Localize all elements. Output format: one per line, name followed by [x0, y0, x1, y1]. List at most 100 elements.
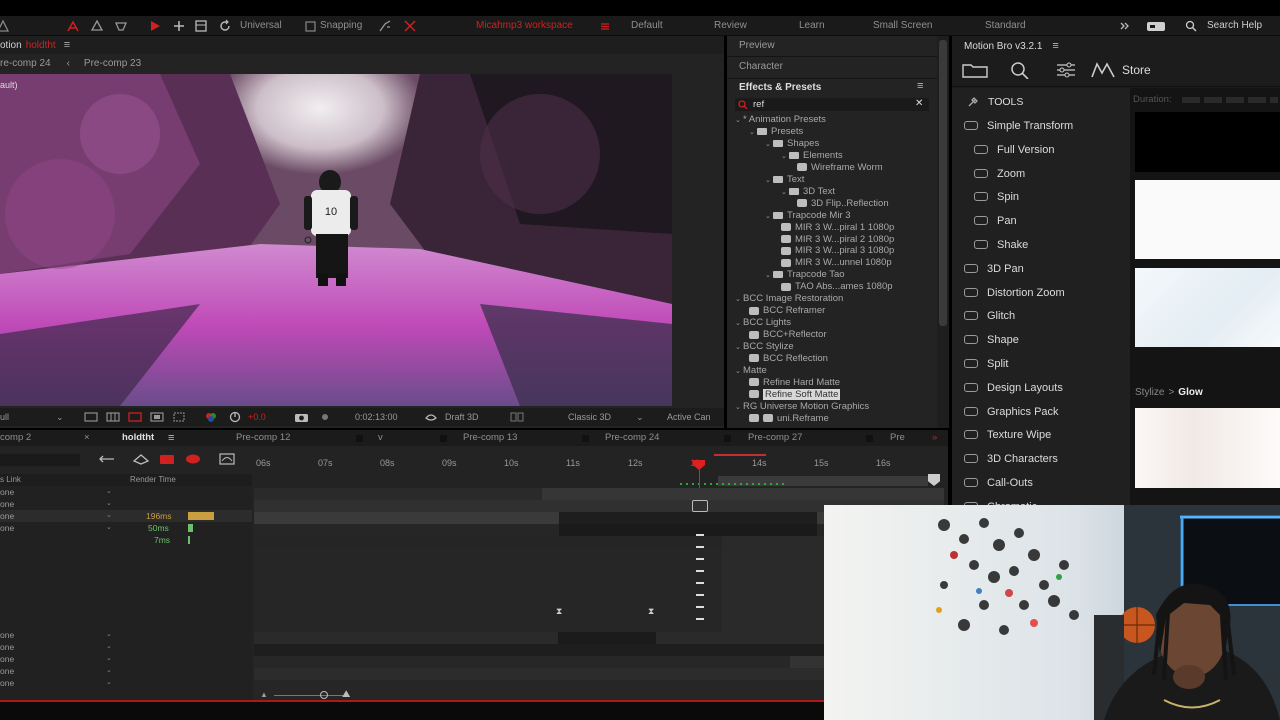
disclosure-triangle-icon[interactable]: ⌄: [765, 270, 773, 282]
snap-options-icon[interactable]: [403, 19, 417, 33]
composition-viewer[interactable]: 10 ault): [0, 74, 672, 406]
keyframe-icon[interactable]: ⧗: [556, 606, 562, 617]
category-item[interactable]: Zoom: [974, 165, 1025, 183]
search-icon[interactable]: [1184, 19, 1198, 33]
current-time[interactable]: 0:02:13:00: [355, 408, 398, 426]
effects-tree-item[interactable]: ⌄ Text: [765, 174, 804, 186]
panel-menu-icon[interactable]: ≡: [64, 39, 70, 51]
chevron-down-icon[interactable]: ⌄: [106, 641, 112, 653]
effects-tree-item[interactable]: MIR 3 W...piral 1 1080p: [781, 222, 894, 234]
effects-tree-item[interactable]: Refine Hard Matte: [749, 377, 840, 389]
tab-comp-2[interactable]: comp 2: [0, 430, 31, 446]
work-area-marker-icon[interactable]: [692, 500, 708, 512]
workspace-tab-standard[interactable]: Standard: [985, 16, 1026, 36]
store-logo-icon[interactable]: [1090, 61, 1116, 79]
effects-tree-item[interactable]: ⌄ Matte: [735, 365, 767, 377]
more-tabs-icon[interactable]: »: [932, 430, 937, 446]
transparency-icon[interactable]: [150, 408, 164, 426]
workspace-tab-small-screen[interactable]: Small Screen: [873, 16, 932, 36]
layer-search-input[interactable]: [0, 454, 80, 466]
renderer-chevron-icon[interactable]: ⌄: [636, 408, 644, 426]
scrollbar-thumb[interactable]: [939, 40, 947, 326]
snapping-label[interactable]: Snapping: [320, 16, 362, 36]
workspace-menu-icon[interactable]: [598, 19, 612, 33]
panel-menu-icon[interactable]: ≡: [168, 430, 174, 446]
time-ruler[interactable]: 06s 07s 08s 09s 10s 11s 12s 13s 14s 15s …: [254, 454, 944, 486]
disclosure-triangle-icon[interactable]: ⌄: [749, 127, 757, 139]
magnification-select[interactable]: ull: [0, 408, 9, 426]
motion-blur-icon[interactable]: [184, 452, 202, 466]
chevron-down-icon[interactable]: ⌄: [106, 629, 112, 641]
chevron-down-icon[interactable]: ⌄: [106, 510, 112, 522]
effects-tree-item[interactable]: ⌄ Shapes: [765, 138, 819, 150]
category-item[interactable]: Distortion Zoom: [964, 284, 1065, 302]
effects-tree-item[interactable]: MIR 3 W...piral 2 1080p: [781, 234, 894, 246]
disclosure-triangle-icon[interactable]: ⌄: [735, 402, 743, 414]
effects-tree-item[interactable]: BCC+Reflector: [749, 329, 827, 341]
disclosure-triangle-icon[interactable]: ⌄: [735, 342, 743, 354]
resolution-icon[interactable]: [84, 408, 98, 426]
category-item[interactable]: Full Version: [974, 141, 1054, 159]
tab-v[interactable]: v: [378, 430, 383, 446]
breadcrumb-item-precomp-24[interactable]: re-comp 24: [0, 58, 51, 69]
tools-section[interactable]: TOOLS: [966, 94, 1023, 110]
layer-row[interactable]: one ⌄: [0, 677, 112, 689]
settings-sliders-icon[interactable]: [1056, 62, 1076, 78]
parent-select[interactable]: one: [0, 499, 14, 509]
renderer-select[interactable]: Classic 3D: [568, 408, 611, 426]
effects-scrollbar[interactable]: [937, 36, 949, 428]
category-item[interactable]: 3D Characters: [964, 450, 1058, 468]
clear-search-icon[interactable]: ✕: [915, 98, 923, 109]
parent-select[interactable]: one: [0, 654, 14, 664]
chevron-down-icon[interactable]: ⌄: [106, 522, 112, 534]
slider-track[interactable]: [274, 695, 346, 696]
workspace-tab-learn[interactable]: Learn: [799, 16, 825, 36]
panel-menu-icon[interactable]: ≡: [917, 80, 923, 92]
shape-tool-icon[interactable]: [90, 19, 104, 33]
layer-row[interactable]: one ⌄ 196ms: [0, 510, 252, 522]
snap-icon[interactable]: [378, 19, 392, 33]
preview-thumbnail[interactable]: [1135, 180, 1280, 259]
tab-precomp-24[interactable]: Pre-comp 24: [605, 430, 659, 446]
pin-tool-icon[interactable]: [114, 19, 128, 33]
disclosure-triangle-icon[interactable]: ⌄: [765, 211, 773, 223]
disclosure-triangle-icon[interactable]: ⌄: [735, 115, 743, 127]
layer-bar[interactable]: [559, 524, 817, 536]
effects-tree-item[interactable]: ⌄ * Animation Presets: [735, 114, 826, 126]
parent-select[interactable]: one: [0, 666, 14, 676]
search-icon[interactable]: [1010, 61, 1030, 79]
effects-tree-item[interactable]: ⌄ Trapcode Tao: [765, 269, 845, 281]
effects-tree-item[interactable]: ⌄ Trapcode Mir 3: [765, 210, 851, 222]
disclosure-triangle-icon[interactable]: ⌄: [765, 139, 773, 151]
category-item[interactable]: Texture Wipe: [964, 426, 1051, 444]
preview-thumbnail[interactable]: [1135, 268, 1280, 347]
timeline-zoom-slider[interactable]: ▲ ⛰: [260, 689, 360, 700]
snapshot-camera-icon[interactable]: [294, 408, 310, 426]
category-item[interactable]: Spin: [974, 188, 1019, 206]
preview-thumbnail[interactable]: [1135, 408, 1280, 488]
tab-precomp-13[interactable]: Pre-comp 13: [463, 430, 517, 446]
chevron-down-icon[interactable]: ⌄: [106, 498, 112, 510]
play-icon[interactable]: [148, 19, 162, 33]
store-link[interactable]: Store: [1122, 63, 1151, 77]
effects-tree-item[interactable]: ⌄ Elements: [781, 150, 843, 162]
category-item[interactable]: Call-Outs: [964, 474, 1033, 492]
reset-exposure-icon[interactable]: [228, 408, 242, 426]
layer-row[interactable]: one ⌄: [0, 665, 112, 677]
category-item[interactable]: Simple Transform: [964, 117, 1073, 135]
channel-icon[interactable]: [204, 408, 218, 426]
draft-3d-toggle[interactable]: Draft 3D: [445, 408, 479, 426]
category-item[interactable]: Split: [964, 355, 1008, 373]
show-snapshot-icon[interactable]: [318, 408, 332, 426]
disclosure-triangle-icon[interactable]: ⌄: [735, 366, 743, 378]
effects-tree-item[interactable]: Refine Soft Matte: [749, 388, 841, 401]
character-panel-tab[interactable]: Character: [739, 61, 783, 72]
disclosure-triangle-icon[interactable]: ⌄: [781, 151, 789, 163]
layer-row[interactable]: one ⌄ 50ms: [0, 522, 193, 534]
disclosure-triangle-icon[interactable]: ⌄: [765, 175, 773, 187]
effects-search-input[interactable]: ref ✕: [735, 98, 929, 111]
panel-menu-icon[interactable]: ≡: [1052, 40, 1058, 52]
effects-tree-item[interactable]: 3D Flip..Reflection: [797, 198, 889, 210]
more-workspaces-icon[interactable]: [1118, 19, 1132, 33]
dropdown-chevron-icon[interactable]: ⌄: [56, 408, 64, 426]
